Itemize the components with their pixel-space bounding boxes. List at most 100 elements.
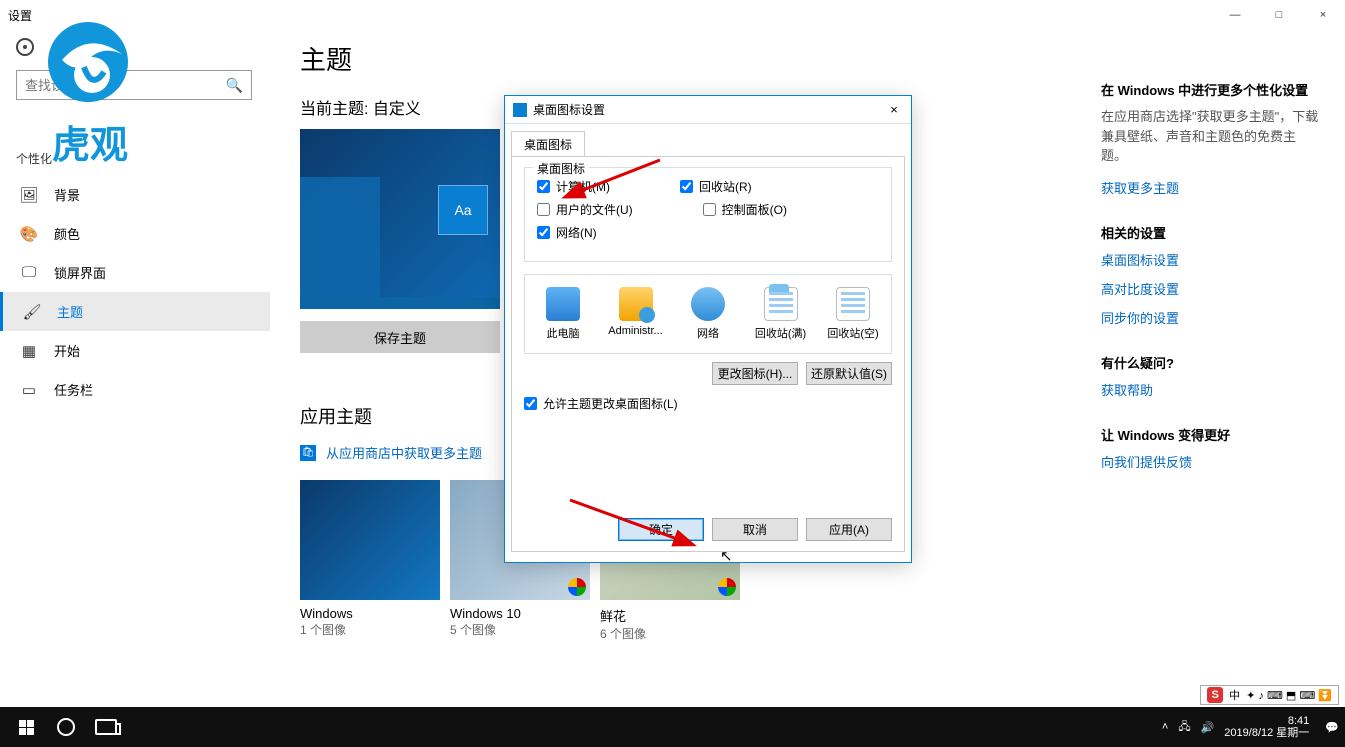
store-icon: 🛍 [300, 445, 316, 461]
sidebar-item-taskbar[interactable]: ▭ 任务栏 [0, 370, 270, 409]
icon-item-recycle-empty[interactable]: 回收站(空) [823, 287, 883, 341]
related-settings-heading: 相关的设置 [1101, 223, 1321, 242]
close-button[interactable]: × [1301, 0, 1345, 30]
icon-item-this-pc[interactable]: 此电脑 [533, 287, 593, 341]
theme-tile-windows[interactable]: Windows 1 个图像 [300, 480, 440, 642]
ime-tools[interactable]: ✦ ♪ ⌨ ⬒ ⌨ ⏬ [1246, 689, 1332, 702]
dialog-body: 桌面图标 计算机(M) 回收站(R) 用户的文件(U) 控制面板(O) 网络(N… [511, 156, 905, 552]
checkbox-computer-input[interactable] [537, 180, 550, 193]
save-theme-button[interactable]: 保存主题 [300, 321, 500, 353]
theme-name: 鲜花 [600, 606, 740, 625]
icon-preview-box: 此电脑 Administr... 网络 回收站(满) 回收站(空) [524, 274, 892, 354]
taskbar-icon: ▭ [20, 381, 38, 399]
make-better-heading: 让 Windows 变得更好 [1101, 425, 1321, 444]
theme-preview[interactable]: Aa [300, 129, 500, 309]
icon-item-administrator[interactable]: Administr... [606, 287, 666, 341]
theme-thumb [300, 480, 440, 600]
right-panel: 在 Windows 中进行更多个性化设置 在应用商店选择"获取更多主题"，下载兼… [1101, 80, 1321, 481]
system-tray: ˄ 🖧 🔊 8:41 2019/8/12 星期一 💬 [1162, 707, 1339, 747]
ime-lang[interactable]: 中 [1229, 687, 1240, 703]
theme-count: 5 个图像 [450, 621, 590, 638]
icon-label: 网络 [697, 328, 719, 340]
theme-count: 6 个图像 [600, 625, 740, 642]
user-folder-icon [619, 287, 653, 321]
sidebar-item-label: 开始 [54, 341, 80, 360]
dialog-titlebar: 桌面图标设置 × [505, 96, 911, 124]
checkbox-label: 控制面板(O) [722, 201, 787, 218]
checkbox-label: 回收站(R) [699, 178, 752, 195]
sidebar-item-colors[interactable]: 🎨 颜色 [0, 214, 270, 253]
theme-name: Windows [300, 606, 440, 621]
icon-label: 此电脑 [547, 328, 580, 340]
restore-defaults-button[interactable]: 还原默认值(S) [806, 362, 892, 385]
current-theme-prefix: 当前主题: [300, 101, 373, 118]
checkbox-user-input[interactable] [537, 203, 550, 216]
checkbox-control-panel[interactable]: 控制面板(O) [703, 201, 787, 218]
gear-icon [16, 38, 34, 56]
task-view-icon [95, 719, 117, 735]
checkbox-recycle[interactable]: 回收站(R) [680, 178, 752, 195]
checkbox-computer[interactable]: 计算机(M) [537, 178, 610, 195]
checkbox-label: 用户的文件(U) [556, 201, 633, 218]
preview-taskbar [300, 297, 500, 309]
apply-button[interactable]: 应用(A) [806, 518, 892, 541]
search-input[interactable] [25, 78, 226, 93]
more-personalization-heading: 在 Windows 中进行更多个性化设置 [1101, 80, 1321, 99]
maximize-button[interactable]: □ [1257, 0, 1301, 30]
taskbar-settings-button[interactable] [46, 707, 86, 747]
change-icon-button[interactable]: 更改图标(H)... [712, 362, 798, 385]
sidebar-category: 个性化 [0, 150, 270, 175]
sogou-icon: S [1207, 687, 1223, 703]
action-center-button[interactable]: 💬 [1325, 721, 1339, 734]
high-contrast-link[interactable]: 高对比度设置 [1101, 279, 1321, 298]
start-button[interactable] [6, 707, 46, 747]
ime-bar[interactable]: S 中 ✦ ♪ ⌨ ⬒ ⌨ ⏬ [1200, 685, 1339, 705]
checkbox-ctrl-input[interactable] [703, 203, 716, 216]
sidebar-item-label: 任务栏 [54, 380, 93, 399]
sidebar-item-themes[interactable]: 🖌 主题 [0, 292, 270, 331]
checkbox-user-files[interactable]: 用户的文件(U) [537, 201, 633, 218]
sidebar-item-label: 背景 [54, 185, 80, 204]
window-title: 设置 [8, 7, 32, 24]
network-icon [691, 287, 725, 321]
desktop-icon-settings-dialog: 桌面图标设置 × 桌面图标 桌面图标 计算机(M) 回收站(R) 用户的文件(U… [504, 95, 912, 563]
allow-theme-change-checkbox[interactable]: 允许主题更改桌面图标(L) [524, 395, 892, 412]
dialog-tab-desktop-icons[interactable]: 桌面图标 [511, 131, 585, 157]
checkbox-recycle-input[interactable] [680, 180, 693, 193]
checkbox-net-input[interactable] [537, 226, 550, 239]
icon-label: 回收站(空) [827, 328, 878, 340]
dialog-close-button[interactable]: × [883, 100, 905, 118]
desktop-icon-settings-link[interactable]: 桌面图标设置 [1101, 250, 1321, 269]
checkbox-network[interactable]: 网络(N) [537, 224, 597, 241]
minimize-button[interactable]: — [1213, 0, 1257, 30]
dialog-title: 桌面图标设置 [533, 101, 605, 118]
tray-chevron-up-icon[interactable]: ˄ [1162, 721, 1168, 733]
get-more-themes-link[interactable]: 获取更多主题 [1101, 178, 1321, 197]
task-view-button[interactable] [86, 707, 126, 747]
icon-item-network[interactable]: 网络 [678, 287, 738, 341]
allow-theme-change-input[interactable] [524, 397, 537, 410]
color-flag-icon [568, 578, 586, 596]
sidebar-item-start[interactable]: ▦ 开始 [0, 331, 270, 370]
get-help-link[interactable]: 获取帮助 [1101, 380, 1321, 399]
tray-network-icon[interactable]: 🖧 [1178, 718, 1190, 737]
clock-date: 2019/8/12 星期一 [1224, 727, 1309, 739]
cancel-button[interactable]: 取消 [712, 518, 798, 541]
feedback-link[interactable]: 向我们提供反馈 [1101, 452, 1321, 471]
pc-icon [546, 287, 580, 321]
search-box[interactable]: 🔍 [16, 70, 252, 100]
lock-icon: 🖵 [20, 264, 38, 282]
recycle-empty-icon [836, 287, 870, 321]
picture-icon: 🖼 [20, 186, 38, 204]
sidebar-item-lockscreen[interactable]: 🖵 锁屏界面 [0, 253, 270, 292]
sync-settings-link[interactable]: 同步你的设置 [1101, 308, 1321, 327]
taskbar-clock[interactable]: 8:41 2019/8/12 星期一 [1224, 715, 1315, 739]
icon-item-recycle-full[interactable]: 回收站(满) [751, 287, 811, 341]
question-heading: 有什么疑问? [1101, 353, 1321, 372]
desktop-icons-fieldset: 桌面图标 计算机(M) 回收站(R) 用户的文件(U) 控制面板(O) 网络(N… [524, 167, 892, 262]
ok-button[interactable]: 确定 [618, 518, 704, 541]
sidebar-item-background[interactable]: 🖼 背景 [0, 175, 270, 214]
windows-logo-icon [19, 720, 34, 735]
search-icon: 🔍 [226, 77, 243, 94]
tray-volume-icon[interactable]: 🔊 [1201, 721, 1215, 734]
